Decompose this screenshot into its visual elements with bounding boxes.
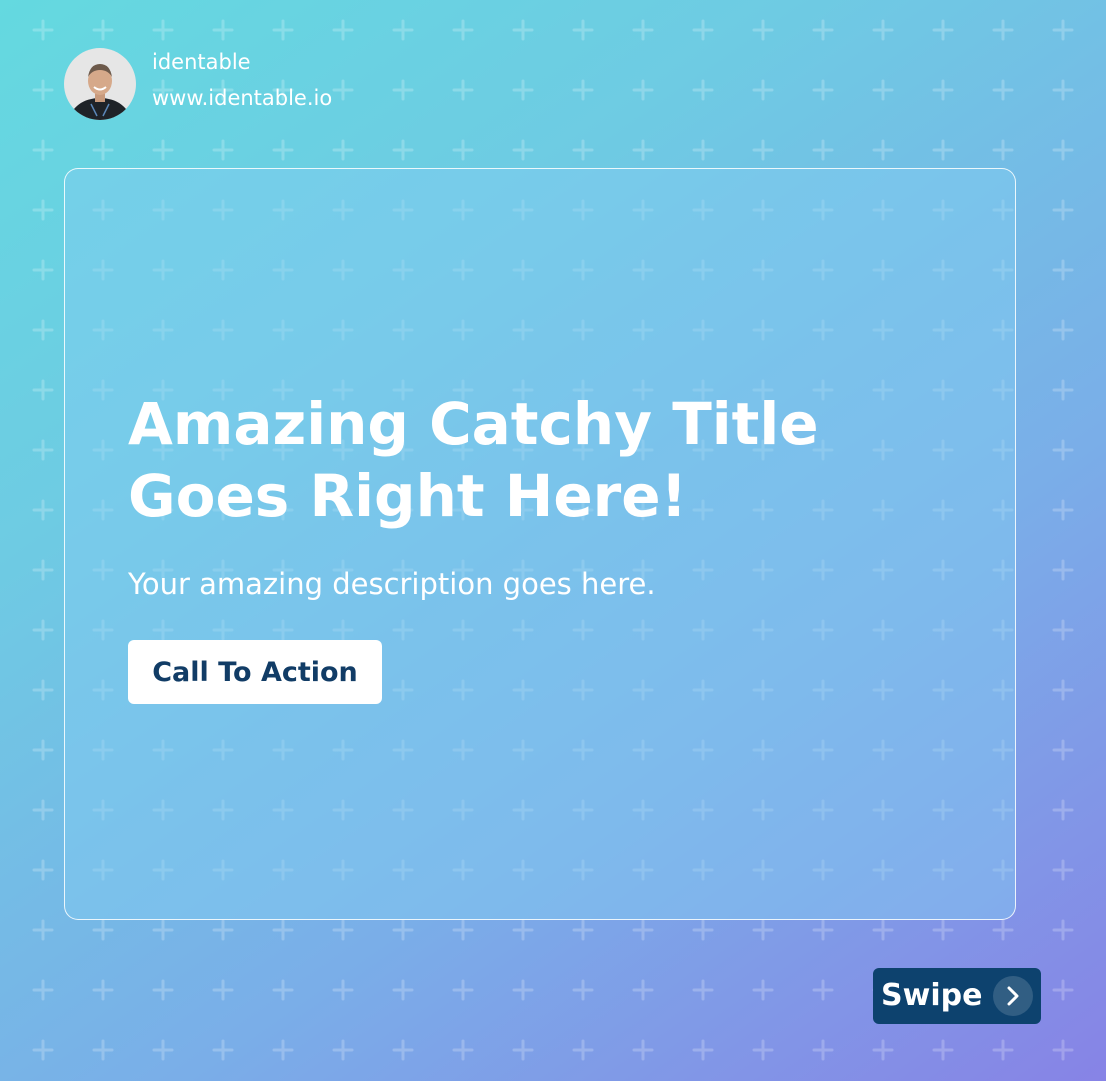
avatar-photo-icon [64, 48, 136, 120]
content-card [64, 168, 1016, 920]
card-title-line-1: Amazing Catchy Title [128, 390, 819, 458]
call-to-action-button[interactable]: Call To Action [128, 640, 382, 704]
swipe-label: Swipe [881, 978, 983, 1013]
swipe-button[interactable]: Swipe [873, 968, 1041, 1024]
card-title: Amazing Catchy Title Goes Right Here! [128, 388, 928, 532]
profile-header: identable www.identable.io [64, 48, 332, 120]
card-description: Your amazing description goes here. [128, 567, 656, 601]
avatar [64, 48, 136, 120]
profile-identity: identable www.identable.io [152, 50, 333, 111]
profile-website: www.identable.io [152, 86, 333, 110]
card-title-line-2: Goes Right Here! [128, 462, 688, 530]
chevron-right-icon [993, 976, 1033, 1016]
profile-name: identable [152, 50, 251, 74]
